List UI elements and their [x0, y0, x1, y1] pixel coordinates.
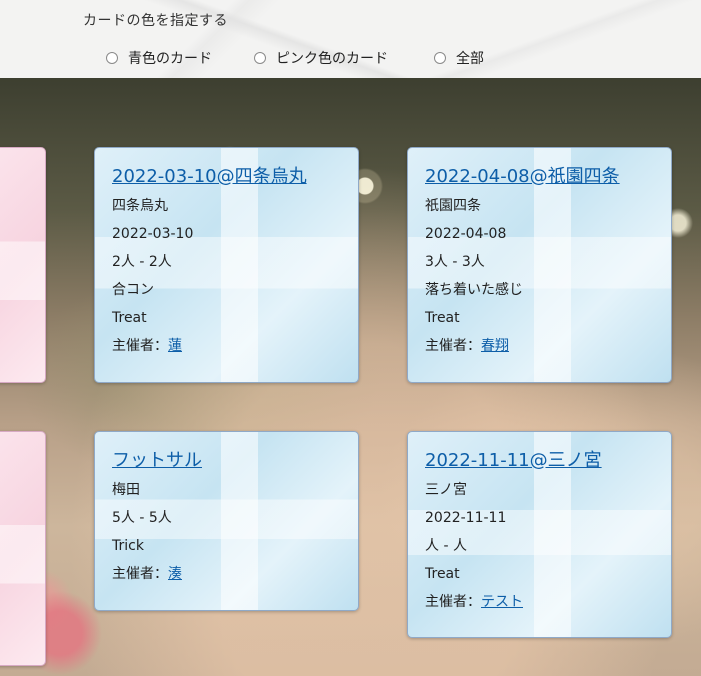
event-location: 祇園四条: [425, 198, 481, 214]
event-host: 主催者：春翔: [425, 332, 661, 360]
radio-label: 青色のカード: [128, 51, 212, 67]
event-card: 2022-04-08@祇園四条 祇園四条 2022-04-08 3人 - 3人 …: [407, 147, 672, 383]
event-date: 2022-11-11: [425, 510, 507, 526]
filter-bar: カードの色を指定する 青色のカード ピンク色のカード 全部: [0, 0, 701, 78]
event-host: 主催者：湊: [112, 560, 348, 588]
event-card-title-link[interactable]: 2022-04-08@祇園四条: [425, 162, 661, 188]
event-location: 梅田: [112, 482, 140, 498]
event-type: Treat: [425, 310, 460, 326]
event-card-title-link[interactable]: 2022-03-10@四条烏丸: [112, 162, 348, 188]
event-date: 2022-04-08: [425, 226, 507, 242]
radio-all-cards[interactable]: 全部: [434, 48, 484, 68]
radio-blue-cards[interactable]: 青色のカード: [106, 48, 212, 68]
radio-circle-icon[interactable]: [254, 52, 266, 64]
event-card-partial: [0, 147, 46, 383]
event-capacity: 5人 - 5人: [112, 510, 172, 526]
event-card: 2022-03-10@四条烏丸 四条烏丸 2022-03-10 2人 - 2人 …: [94, 147, 359, 383]
event-card: 2022-11-11@三ノ宮 三ノ宮 2022-11-11 人 - 人 Trea…: [407, 431, 672, 638]
host-prefix: 主催者：: [112, 338, 168, 354]
event-card: フットサル 梅田 5人 - 5人 Trick 主催者：湊: [94, 431, 359, 611]
event-host: 主催者：蓮: [112, 332, 348, 360]
event-location: 三ノ宮: [425, 482, 467, 498]
radio-label: ピンク色のカード: [276, 51, 388, 67]
event-card-title-link[interactable]: 2022-11-11@三ノ宮: [425, 446, 661, 472]
host-prefix: 主催者：: [425, 338, 481, 354]
host-link[interactable]: 春翔: [481, 338, 509, 354]
host-link[interactable]: 湊: [168, 566, 182, 582]
event-type: Treat: [425, 566, 460, 582]
radio-label: 全部: [456, 51, 484, 67]
radio-circle-icon[interactable]: [106, 52, 118, 64]
event-card-title-link[interactable]: フットサル: [112, 446, 348, 472]
event-capacity: 2人 - 2人: [112, 254, 172, 270]
event-card-partial: [0, 431, 46, 666]
host-link[interactable]: テスト: [481, 594, 523, 610]
event-description: 落ち着いた感じ: [425, 282, 523, 298]
event-capacity: 3人 - 3人: [425, 254, 485, 270]
event-description: 合コン: [112, 282, 154, 298]
color-filter-group: 青色のカード ピンク色のカード 全部: [0, 48, 701, 70]
host-prefix: 主催者：: [112, 566, 168, 582]
event-capacity: 人 - 人: [425, 538, 467, 554]
filter-title: カードの色を指定する: [83, 13, 228, 29]
event-location: 四条烏丸: [112, 198, 168, 214]
host-link[interactable]: 蓮: [168, 338, 182, 354]
host-prefix: 主催者：: [425, 594, 481, 610]
event-type: Treat: [112, 310, 147, 326]
event-type: Trick: [112, 538, 144, 554]
event-date: 2022-03-10: [112, 226, 194, 242]
event-host: 主催者：テスト: [425, 588, 661, 616]
radio-pink-cards[interactable]: ピンク色のカード: [254, 48, 388, 68]
radio-circle-icon[interactable]: [434, 52, 446, 64]
